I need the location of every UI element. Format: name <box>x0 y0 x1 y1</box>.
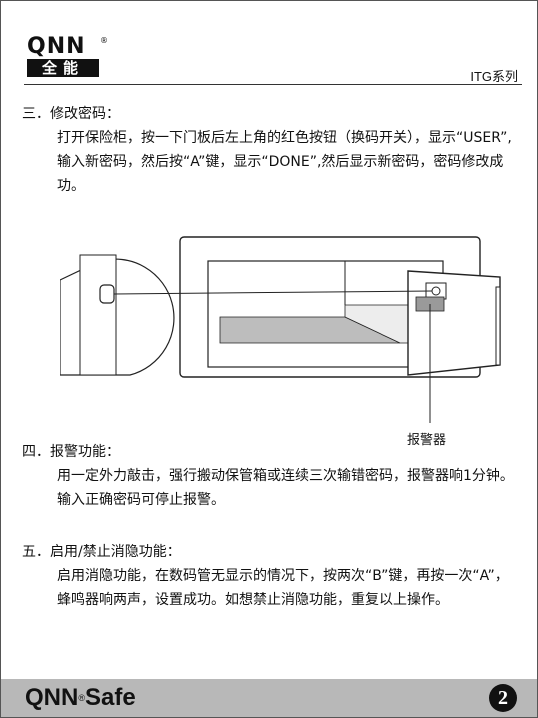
section-body: 用一定外力敲击，强行搬动保管箱或连续三次输错密码，报警器响1分钟。输入正确密码可… <box>57 468 514 508</box>
registered-mark: ® <box>100 36 108 45</box>
door-button <box>431 286 441 296</box>
safe-door <box>407 270 501 376</box>
footer-brand: QNN®Safe <box>25 684 136 712</box>
page-footer: QNN®Safe 2 <box>1 679 537 717</box>
brand-logo: QNN ® 全能 <box>27 34 108 80</box>
zoom-inset <box>60 258 175 376</box>
section-alarm-function: 四．报警功能： 用一定外力敲击，强行搬动保管箱或连续三次输错密码，报警器响1分钟… <box>22 440 520 512</box>
page-number: 2 <box>489 684 517 712</box>
section-title: 五．启用/禁止消隐功能： <box>22 544 181 560</box>
logo-text: QNN <box>27 34 86 59</box>
section-blanking-function: 五．启用/禁止消隐功能： 启用消隐功能，在数码管无显示的情况下，按两次“B”键，… <box>22 540 520 612</box>
footer-registered-mark: ® <box>78 693 85 703</box>
section-change-password: 三．修改密码： 打开保险柜，按一下门板后左上角的红色按钮（换码开关），显示“US… <box>22 102 520 198</box>
footer-brand-suffix: Safe <box>84 684 136 711</box>
section-title: 四．报警功能： <box>22 444 120 460</box>
safe-diagram <box>60 236 501 423</box>
footer-brand-name: QNN <box>25 684 79 711</box>
zoom-door-edge <box>79 254 117 376</box>
header-divider <box>24 84 522 85</box>
red-button-zoom <box>99 284 115 304</box>
section-body: 启用消隐功能，在数码管无显示的情况下，按两次“B”键，再按一次“A”，蜂鸣器响两… <box>57 568 509 608</box>
series-label: ITG系列 <box>470 69 518 84</box>
section-body: 打开保险柜，按一下门板后左上角的红色按钮（换码开关），显示“USER”,输入新密… <box>57 130 512 194</box>
section-title: 三．修改密码： <box>22 106 120 122</box>
door-handle <box>495 286 501 366</box>
logo-chinese: 全能 <box>27 59 99 77</box>
